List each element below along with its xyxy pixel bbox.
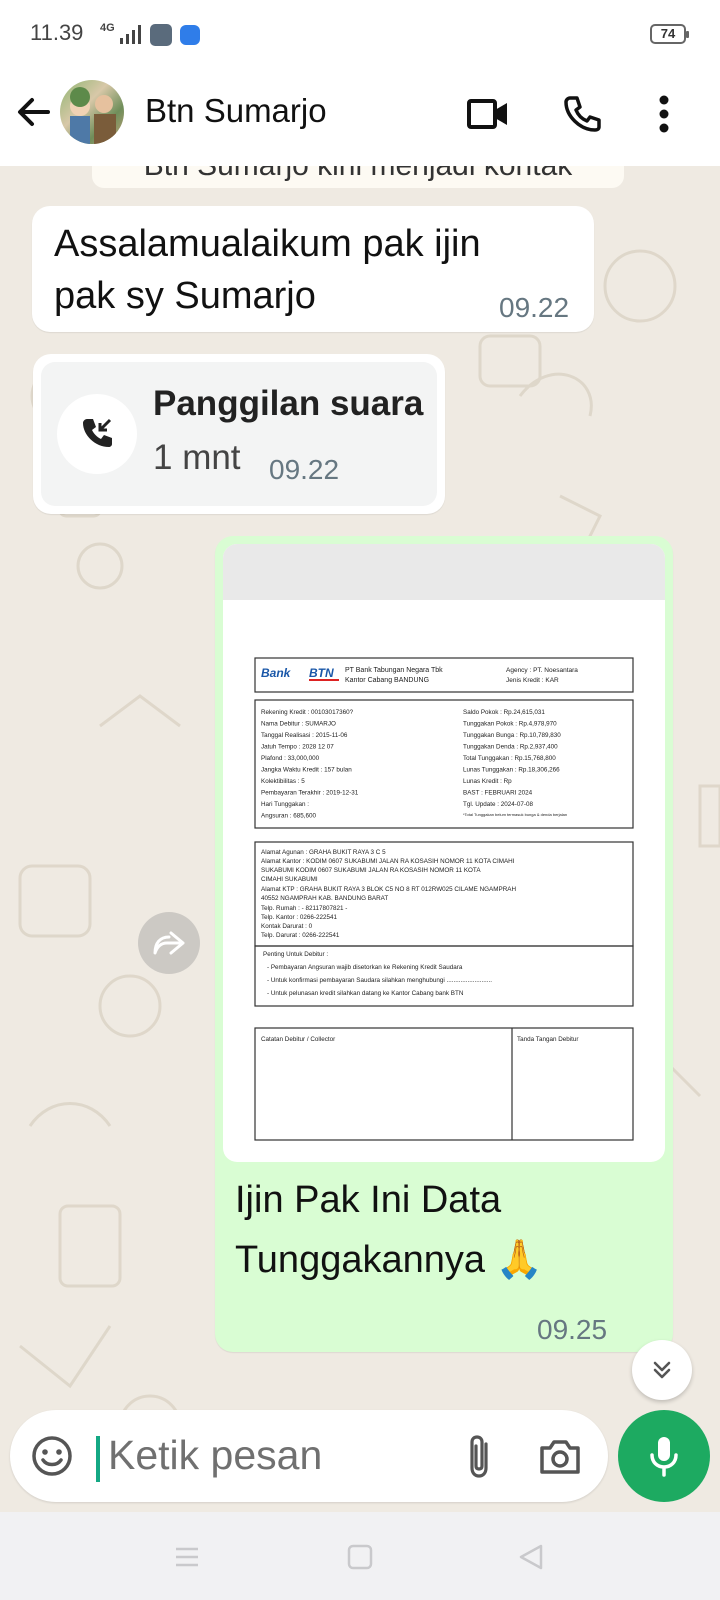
svg-text:Lunas Kredit : Rp: Lunas Kredit : Rp xyxy=(463,778,512,785)
logo-btn: BTN xyxy=(309,666,334,680)
svg-text:- Pembayaran Angsuran wajib di: - Pembayaran Angsuran wajib disetorkan k… xyxy=(267,964,463,971)
text-caret xyxy=(96,1436,100,1482)
svg-text:CIMAHI SUKABUMI: CIMAHI SUKABUMI xyxy=(261,876,318,883)
svg-text:Angsuran : 685,: Angsuran : 685,600 xyxy=(261,813,316,820)
video-call-button[interactable] xyxy=(462,88,514,140)
avatar[interactable] xyxy=(60,80,124,144)
forward-button[interactable] xyxy=(138,912,200,974)
svg-text:Penting Untuk Debitur :: Penting Untuk Debitur : xyxy=(263,951,328,958)
svg-text:BAST : F: BAST : FEBRUARI 2024 xyxy=(463,790,533,797)
svg-text:Kolektibilitas : 5: Kolektibilitas : 5 xyxy=(261,778,305,785)
contact-name[interactable]: Btn Sumarjo xyxy=(145,92,327,130)
shared-image[interactable]: Bank BTN PT Bank Tabungan Negara Tbk Kan… xyxy=(223,544,665,1162)
call-duration: 1 mnt xyxy=(153,438,241,477)
image-caption: Ijin Pak Ini Data Tunggakannya 🙏 xyxy=(235,1179,543,1281)
chat-header: Btn Sumarjo xyxy=(0,70,720,167)
svg-text:Lunas Tunggakan : Rp.18,306: Lunas Tunggakan : Rp.18,306,266 xyxy=(463,767,560,774)
outgoing-image-message[interactable]: Bank BTN PT Bank Tabungan Negara Tbk Kan… xyxy=(215,536,673,1352)
message-time: 09.25 xyxy=(537,1314,608,1345)
attach-icon[interactable] xyxy=(458,1432,502,1482)
signal-icon xyxy=(120,25,141,44)
menu-icon xyxy=(176,1547,198,1567)
notification-app-icon xyxy=(180,25,200,45)
svg-text:Hari Tunggakan :: Hari Tunggakan : xyxy=(261,801,309,808)
doc-agency: Agency : PT. Noesantara xyxy=(506,667,578,674)
status-bar: 11.39 4G 74 xyxy=(0,0,720,70)
recents-nav-button[interactable] xyxy=(164,1534,210,1580)
call-title: Panggilan suara xyxy=(153,384,424,423)
doc-company: PT Bank Tabungan Negara Tbk xyxy=(345,667,443,674)
incoming-message[interactable]: Assalamualaikum pak ijin pak sy Sumarjo … xyxy=(32,206,594,332)
svg-text:Total Tunggakan : Rp.15,76: Total Tunggakan : Rp.15,768,800 xyxy=(463,755,556,762)
back-triangle-icon xyxy=(519,1544,543,1570)
svg-text:Tunggakan Denda : Rp.2,937,4: Tunggakan Denda : Rp.2,937,400 xyxy=(463,744,558,751)
voice-call-button[interactable] xyxy=(556,88,608,140)
voice-call-icon xyxy=(564,96,601,132)
svg-text:Tanggal Realisasi : 2015-11-: Tanggal Realisasi : 2015-11-06 xyxy=(261,732,348,739)
scroll-down-icon xyxy=(653,1361,671,1379)
svg-text:Telp. Darurat : 0266-222: Telp. Darurat : 0266-222541 xyxy=(261,932,340,939)
svg-text:*Total Tunggakan belum termasu: *Total Tunggakan belum termasuk bunga & … xyxy=(463,812,567,817)
svg-text:Alamat Agunan : GRAHA BUKIT: Alamat Agunan : GRAHA BUKIT RAYA 3 C 5 xyxy=(261,849,386,856)
svg-text:Tanda Tangan Debitur: Tanda Tangan Debitur xyxy=(517,1036,579,1043)
more-menu-icon xyxy=(659,95,669,133)
svg-text:Saldo Pokok : Rp.24,6: Saldo Pokok : Rp.24,615,031 xyxy=(463,709,545,716)
doc-branch: Kantor Cabang BANDUNG xyxy=(345,677,429,684)
message-composer[interactable]: Ketik pesan xyxy=(10,1410,608,1502)
svg-text:Tgl. Update : 2024: Tgl. Update : 2024-07-08 xyxy=(463,801,534,808)
svg-text:Tunggakan Pokok : Rp.4,978,9: Tunggakan Pokok : Rp.4,978,970 xyxy=(463,721,557,728)
message-input[interactable]: Ketik pesan xyxy=(108,1432,322,1479)
chat-area[interactable]: Btn Sumarjo kini menjadi kontak Assalamu… xyxy=(0,166,720,1512)
mic-button[interactable] xyxy=(618,1410,710,1502)
home-nav-button[interactable] xyxy=(337,1534,383,1580)
svg-text:Plafond : 33: Plafond : 33,000,000 xyxy=(261,755,320,762)
svg-text:- Untuk konfirmasi pembayaran: - Untuk konfirmasi pembayaran Saudara si… xyxy=(267,977,492,984)
battery-icon: 74 xyxy=(650,24,689,44)
message-text: Assalamualaikum pak ijin pak sy Sumarjo xyxy=(54,223,481,317)
svg-text:Rekening Kredit : 00103017: Rekening Kredit : 00103017360? xyxy=(261,709,354,716)
svg-text:40552 NGAMPRAH KAB. BANDUNG BA: 40552 NGAMPRAH KAB. BANDUNG BARAT xyxy=(261,895,388,902)
svg-text:Alamat Kantor : KODIM 0607: Alamat Kantor : KODIM 0607 SUKABUMI JALA… xyxy=(261,858,515,865)
more-menu-button[interactable] xyxy=(638,88,690,140)
svg-text:Telp. Kantor : 0266-22: Telp. Kantor : 0266-222541 xyxy=(261,914,337,921)
mic-icon xyxy=(650,1437,678,1477)
svg-text:Alamat KTP : GRAHA BUK: Alamat KTP : GRAHA BUKIT RAYA 3 BLOK C5 … xyxy=(261,886,516,893)
message-time: 09.22 xyxy=(269,454,340,485)
svg-text:Nama Debitur : SUMARJ: Nama Debitur : SUMARJO xyxy=(261,721,336,728)
svg-text:Catatan Debitur / Collector: Catatan Debitur / Collector xyxy=(261,1036,335,1043)
svg-text:SUKABUMI KODIM 0607 SUKABUMI J: SUKABUMI KODIM 0607 SUKABUMI JALAN RA KO… xyxy=(261,867,481,874)
svg-text:Tunggakan Bunga : Rp.10,789,: Tunggakan Bunga : Rp.10,789,830 xyxy=(463,732,561,739)
loan-document: Bank BTN PT Bank Tabungan Negara Tbk Kan… xyxy=(254,657,634,1141)
doc-credit-type: Jenis Kredit : KAR xyxy=(506,677,559,684)
message-time: 09.22 xyxy=(499,292,570,323)
back-arrow-icon[interactable] xyxy=(12,90,56,134)
back-nav-button[interactable] xyxy=(508,1534,554,1580)
emoji-icon[interactable] xyxy=(30,1434,74,1478)
svg-text:Pembayaran Terakhir : 2019-12-: Pembayaran Terakhir : 2019-12-31 xyxy=(261,790,359,797)
svg-text:Jatuh Tempo : 2028 1: Jatuh Tempo : 2028 12 07 xyxy=(261,744,334,751)
scroll-down-button[interactable] xyxy=(632,1340,692,1400)
voice-call-message[interactable]: Panggilan suara 1 mnt 09.22 xyxy=(33,354,445,514)
forward-icon xyxy=(153,931,185,955)
network-type: 4G xyxy=(100,22,115,34)
system-nav-bar xyxy=(0,1512,720,1600)
system-notice: Btn Sumarjo kini menjadi kontak xyxy=(92,166,624,188)
logo-bank: Bank xyxy=(261,666,292,680)
camera-icon[interactable] xyxy=(538,1434,582,1478)
video-call-icon xyxy=(467,99,507,129)
svg-text:Telp. Rumah : - 8211780: Telp. Rumah : - 82117807821 - xyxy=(261,905,347,912)
missed-call-icon xyxy=(57,394,137,474)
notification-app-icon xyxy=(150,24,172,46)
call-card[interactable]: Panggilan suara 1 mnt 09.22 xyxy=(41,362,437,506)
svg-text:Kontak Darurat : 0: Kontak Darurat : 0 xyxy=(261,923,313,930)
svg-text:Jangka Waktu Kredit : 157 bula: Jangka Waktu Kredit : 157 bulan xyxy=(261,767,352,774)
status-time: 11.39 xyxy=(30,20,84,45)
home-square-icon xyxy=(347,1544,373,1570)
svg-text:- Untuk pelunasan kredit silah: - Untuk pelunasan kredit silahkan datang… xyxy=(267,990,464,997)
